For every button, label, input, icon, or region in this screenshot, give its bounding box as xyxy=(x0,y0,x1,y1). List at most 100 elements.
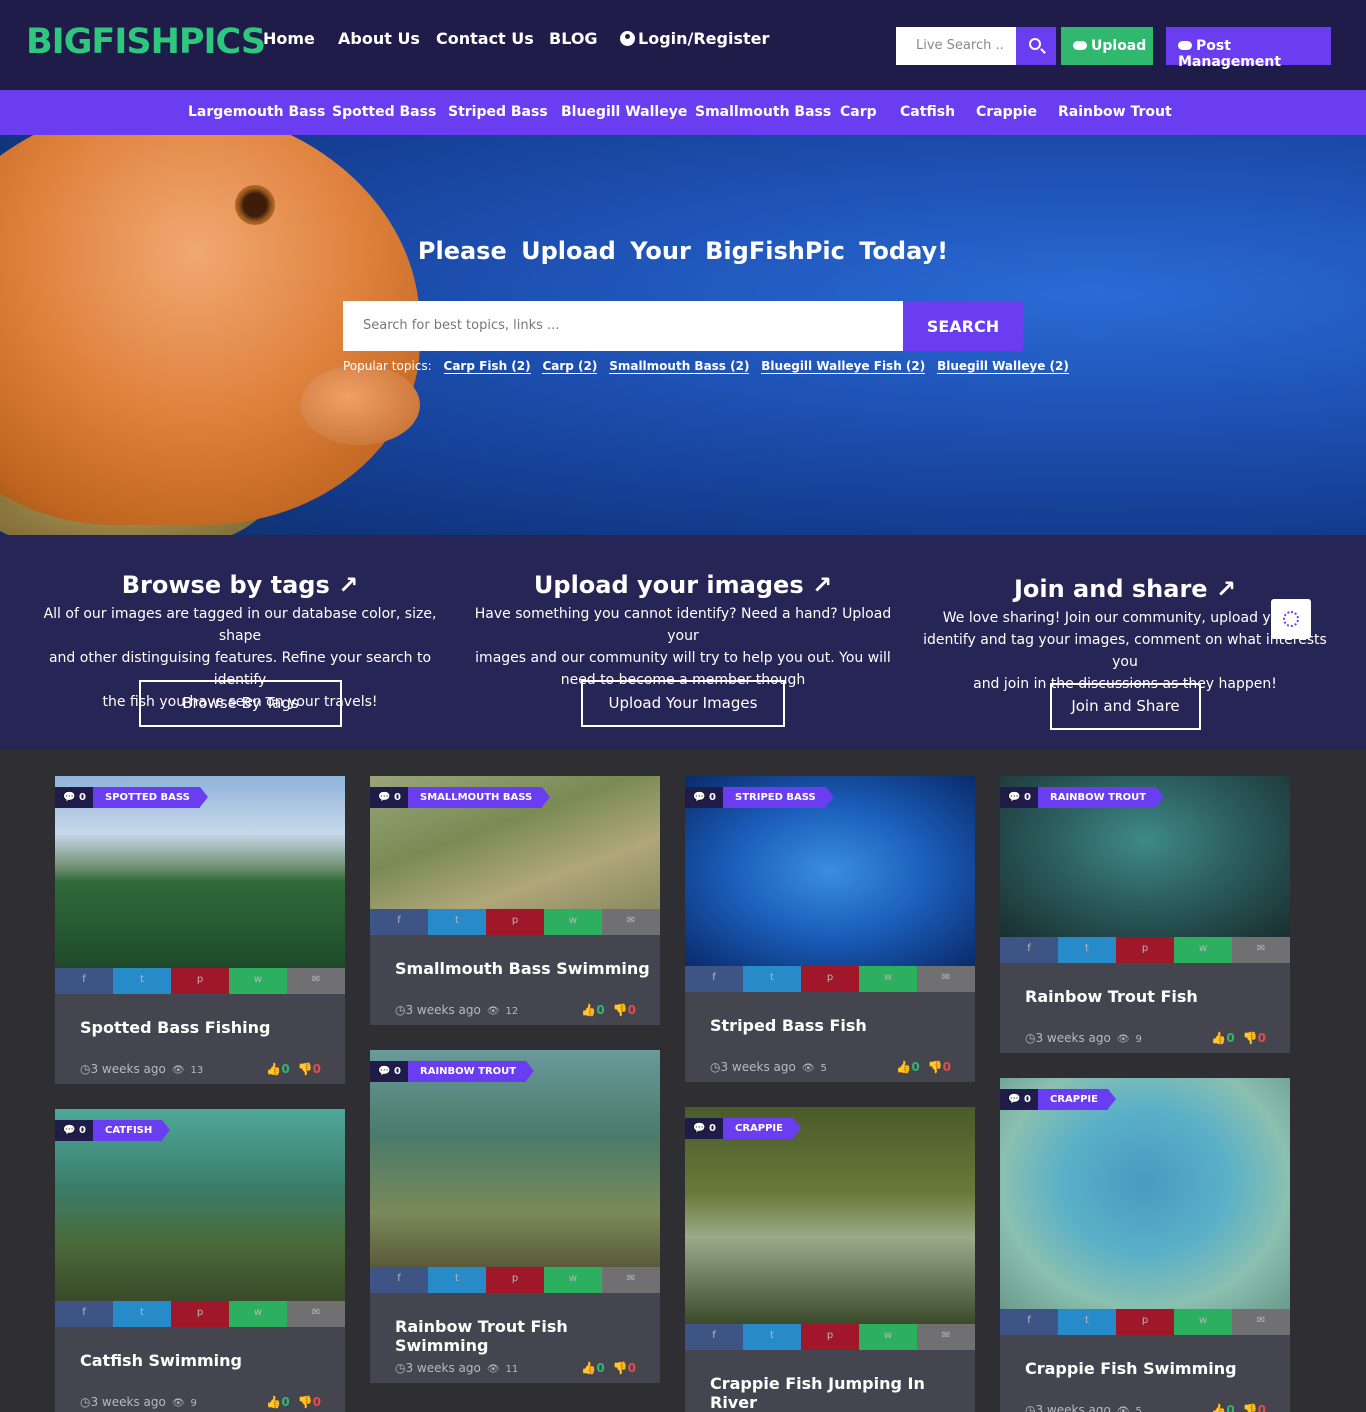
nav-login-register[interactable]: Login/Register xyxy=(620,29,769,48)
email-icon[interactable]: ✉ xyxy=(1232,1309,1290,1335)
post-card[interactable]: 💬 0 CRAPPIE f t p w ✉ Crappie Fish Jumping I… xyxy=(685,1107,975,1412)
thumbs-down-icon[interactable]: 👎0 xyxy=(298,1062,321,1076)
post-card[interactable]: 💬 0 CRAPPIE f t p w ✉ Crappie Fish Swimming … xyxy=(1000,1078,1290,1412)
category-striped-bass[interactable]: Striped Bass xyxy=(448,104,548,120)
thumbs-down-icon[interactable]: 👎0 xyxy=(613,1361,636,1375)
pinterest-icon[interactable]: p xyxy=(1116,1309,1174,1335)
post-title[interactable]: Smallmouth Bass Swimming xyxy=(395,959,650,978)
join-and-share-button[interactable]: Join and Share xyxy=(1050,683,1201,730)
live-search-input[interactable]: Live Search .. xyxy=(896,27,1016,65)
search-button[interactable]: SEARCH xyxy=(903,301,1023,351)
post-title[interactable]: Catfish Swimming xyxy=(80,1351,242,1370)
category-badge[interactable]: SPOTTED BASS xyxy=(93,787,208,808)
nav-blog[interactable]: BLOG xyxy=(549,29,598,48)
pinterest-icon[interactable]: p xyxy=(801,1324,859,1350)
upload-button[interactable]: Upload xyxy=(1061,27,1153,65)
post-image[interactable] xyxy=(685,1107,975,1324)
whatsapp-icon[interactable]: w xyxy=(1174,1309,1232,1335)
thumbs-up-icon[interactable]: 👍0 xyxy=(581,1003,604,1017)
live-search-button[interactable] xyxy=(1016,27,1056,65)
twitter-icon[interactable]: t xyxy=(743,966,801,992)
email-icon[interactable]: ✉ xyxy=(602,909,660,935)
whatsapp-icon[interactable]: w xyxy=(1174,937,1232,963)
pinterest-icon[interactable]: p xyxy=(486,909,544,935)
category-badge[interactable]: CRAPPIE xyxy=(1038,1089,1116,1110)
facebook-icon[interactable]: f xyxy=(685,966,743,992)
email-icon[interactable]: ✉ xyxy=(1232,937,1290,963)
post-title[interactable]: Striped Bass Fish xyxy=(710,1016,867,1035)
category-largemouth-bass[interactable]: Largemouth Bass xyxy=(188,104,325,120)
popular-topic-link[interactable]: Carp Fish (2) xyxy=(443,359,531,374)
whatsapp-icon[interactable]: w xyxy=(544,909,602,935)
post-image[interactable] xyxy=(370,1050,660,1267)
email-icon[interactable]: ✉ xyxy=(917,966,975,992)
thumbs-up-icon[interactable]: 👍0 xyxy=(581,1361,604,1375)
category-badge[interactable]: RAINBOW TROUT xyxy=(408,1061,535,1082)
category-badge[interactable]: CRAPPIE xyxy=(723,1118,801,1139)
nav-contact-us[interactable]: Contact Us xyxy=(436,29,534,48)
nav-home[interactable]: Home xyxy=(263,29,315,48)
pinterest-icon[interactable]: p xyxy=(801,966,859,992)
post-card[interactable]: 💬 0 CATFISH f t p w ✉ Catfish Swimming ◷3 we… xyxy=(55,1109,345,1412)
category-badge[interactable]: CATFISH xyxy=(93,1120,171,1141)
twitter-icon[interactable]: t xyxy=(1058,1309,1116,1335)
category-bluegill-walleye[interactable]: Bluegill Walleye xyxy=(561,104,687,120)
category-badge[interactable]: SMALLMOUTH BASS xyxy=(408,787,551,808)
category-catfish[interactable]: Catfish xyxy=(900,104,955,120)
thumbs-up-icon[interactable]: 👍0 xyxy=(266,1395,289,1409)
thumbs-down-icon[interactable]: 👎0 xyxy=(298,1395,321,1409)
thumbs-up-icon[interactable]: 👍0 xyxy=(266,1062,289,1076)
site-logo[interactable]: BIGFISHPICS xyxy=(26,22,266,62)
whatsapp-icon[interactable]: w xyxy=(229,1301,287,1327)
thumbs-down-icon[interactable]: 👎0 xyxy=(613,1003,636,1017)
facebook-icon[interactable]: f xyxy=(55,968,113,994)
popular-topic-link[interactable]: Smallmouth Bass (2) xyxy=(609,359,750,374)
email-icon[interactable]: ✉ xyxy=(287,1301,345,1327)
whatsapp-icon[interactable]: w xyxy=(859,1324,917,1350)
whatsapp-icon[interactable]: w xyxy=(859,966,917,992)
nav-about-us[interactable]: About Us xyxy=(338,29,420,48)
popular-topic-link[interactable]: Bluegill Walleye (2) xyxy=(937,359,1069,374)
topic-search-input[interactable]: Search for best topics, links ... xyxy=(343,301,903,351)
thumbs-down-icon[interactable]: 👎0 xyxy=(1243,1031,1266,1045)
twitter-icon[interactable]: t xyxy=(113,968,171,994)
pinterest-icon[interactable]: p xyxy=(171,968,229,994)
category-spotted-bass[interactable]: Spotted Bass xyxy=(332,104,436,120)
whatsapp-icon[interactable]: w xyxy=(544,1267,602,1293)
category-badge[interactable]: RAINBOW TROUT xyxy=(1038,787,1165,808)
browse-by-tags-button[interactable]: Browse By Tags xyxy=(139,680,342,727)
facebook-icon[interactable]: f xyxy=(685,1324,743,1350)
whatsapp-icon[interactable]: w xyxy=(229,968,287,994)
post-title[interactable]: Spotted Bass Fishing xyxy=(80,1018,270,1037)
thumbs-down-icon[interactable]: 👎0 xyxy=(1243,1403,1266,1412)
facebook-icon[interactable]: f xyxy=(1000,1309,1058,1335)
twitter-icon[interactable]: t xyxy=(1058,937,1116,963)
post-card[interactable]: 💬 0 RAINBOW TROUT f t p w ✉ Rainbow Trout Fi… xyxy=(1000,776,1290,1053)
category-crappie[interactable]: Crappie xyxy=(976,104,1037,120)
post-title[interactable]: Rainbow Trout Fish Swimming xyxy=(395,1317,660,1355)
post-title[interactable]: Crappie Fish Swimming xyxy=(1025,1359,1237,1378)
twitter-icon[interactable]: t xyxy=(113,1301,171,1327)
post-card[interactable]: 💬 0 STRIPED BASS f t p w ✉ Striped Bass Fish… xyxy=(685,776,975,1082)
popular-topic-link[interactable]: Bluegill Walleye Fish (2) xyxy=(761,359,926,374)
post-image[interactable] xyxy=(1000,1078,1290,1309)
category-smallmouth-bass[interactable]: Smallmouth Bass xyxy=(695,104,831,120)
post-card[interactable]: 💬 0 RAINBOW TROUT f t p w ✉ Rainbow Trout Fi… xyxy=(370,1050,660,1383)
pinterest-icon[interactable]: p xyxy=(486,1267,544,1293)
email-icon[interactable]: ✉ xyxy=(917,1324,975,1350)
post-management-button[interactable]: Post Management xyxy=(1166,27,1331,70)
upload-your-images-button[interactable]: Upload Your Images xyxy=(581,680,785,727)
post-card[interactable]: 💬 0 SPOTTED BASS f t p w ✉ Spotted Bass Fish… xyxy=(55,776,345,1084)
popular-topic-link[interactable]: Carp (2) xyxy=(542,359,598,374)
thumbs-up-icon[interactable]: 👍0 xyxy=(896,1060,919,1074)
facebook-icon[interactable]: f xyxy=(370,909,428,935)
twitter-icon[interactable]: t xyxy=(428,909,486,935)
thumbs-down-icon[interactable]: 👎0 xyxy=(928,1060,951,1074)
twitter-icon[interactable]: t xyxy=(428,1267,486,1293)
email-icon[interactable]: ✉ xyxy=(602,1267,660,1293)
pinterest-icon[interactable]: p xyxy=(171,1301,229,1327)
facebook-icon[interactable]: f xyxy=(1000,937,1058,963)
thumbs-up-icon[interactable]: 👍0 xyxy=(1211,1031,1234,1045)
facebook-icon[interactable]: f xyxy=(55,1301,113,1327)
twitter-icon[interactable]: t xyxy=(743,1324,801,1350)
